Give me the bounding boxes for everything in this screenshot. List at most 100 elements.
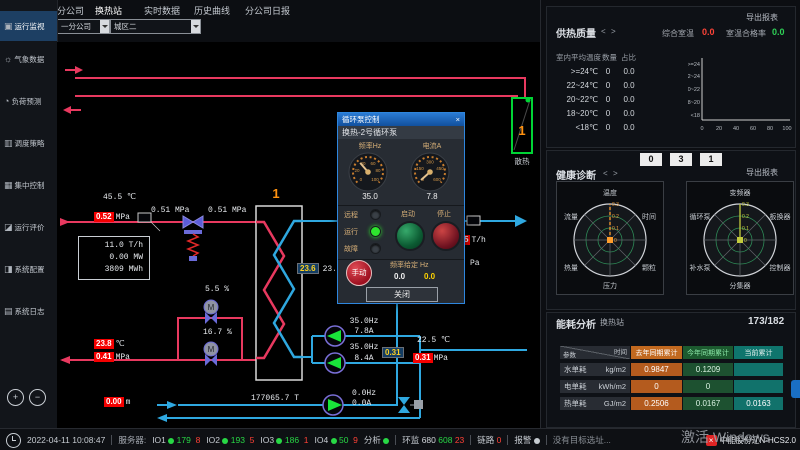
gauge-tick: 80 bbox=[375, 168, 381, 173]
radar-tick: 0.1 bbox=[612, 226, 619, 232]
radiator-id: 1 bbox=[518, 123, 525, 138]
status-datetime: 2022-04-11 10:08:47 bbox=[27, 435, 105, 445]
pager-next-icon[interactable]: > bbox=[611, 27, 619, 36]
chevron-down-icon[interactable] bbox=[191, 20, 200, 33]
makeup-level-unit: m bbox=[126, 398, 131, 407]
pump1-a: 7.8A bbox=[352, 327, 376, 336]
pager-prev-icon[interactable]: < bbox=[601, 27, 609, 36]
dialog-subtitle: 换热-2号循环泵 bbox=[338, 126, 464, 140]
primary-totals-box: 11.0 T/h 0.00 MW 3809 MWh bbox=[78, 236, 150, 280]
circulation-pump-2-icon[interactable] bbox=[325, 353, 345, 373]
quality-panel-title: 供热质量 bbox=[556, 25, 596, 40]
energy-row-param: 热单耗GJ/m2 bbox=[560, 397, 630, 410]
sidebar-item-load-forecast[interactable]: ◔ 负荷预测 bbox=[0, 86, 57, 116]
online-dot-icon bbox=[168, 438, 174, 444]
sidebar-item-run-evaluation[interactable]: ◪ 运行评价 bbox=[0, 212, 57, 242]
server-io4: IO4 50 9 bbox=[315, 435, 358, 445]
tab-history-curve[interactable]: 历史曲线 bbox=[194, 4, 230, 17]
env-monitor-status: 环监 680 608 23 bbox=[402, 434, 464, 446]
sidebar-item-run-monitor[interactable]: ▣ 运行监视 bbox=[0, 11, 57, 41]
tab-branch-report[interactable]: 分公司日报 bbox=[245, 4, 290, 17]
sidebar-item-dispatch-strategy[interactable]: ▥ 调度策略 bbox=[0, 128, 57, 158]
flow-sensor-icon bbox=[467, 216, 480, 225]
evaluation-icon: ◪ bbox=[4, 222, 13, 233]
quality-row-range: >=24℃ bbox=[556, 67, 598, 76]
quality-row-pct: 0.0 bbox=[620, 109, 638, 118]
setpoint-section: 手动 频率给定 Hz 0.0 0.0 bbox=[338, 259, 464, 285]
frequency-gauge: 0 20 40 60 80 100 bbox=[340, 150, 400, 192]
heat-exchanger-icon[interactable]: 1 bbox=[256, 186, 302, 380]
start-button-label: 启动 bbox=[390, 209, 426, 219]
manual-mode-button[interactable]: 手动 bbox=[346, 260, 372, 286]
stop-button-label: 停止 bbox=[426, 209, 462, 219]
dialog-close-button[interactable]: 关闭 bbox=[366, 287, 438, 302]
gauge-tick: 60 bbox=[370, 161, 376, 166]
energy-table: 时间 参数 去年同期累计 今年同期累计 当前累计 水单耗kg/m2 0.9847… bbox=[560, 346, 782, 410]
radar-axis-label: 温度 bbox=[603, 188, 617, 197]
tab-realtime-data[interactable]: 实时数据 bbox=[144, 4, 180, 17]
zoom-out-button[interactable]: − bbox=[29, 389, 46, 406]
chart-xtick: 80 bbox=[767, 126, 773, 132]
zoom-in-button[interactable]: + bbox=[7, 389, 24, 406]
energy-value: 0.1209 bbox=[683, 363, 733, 376]
sidebar-item-label: 集中控制 bbox=[15, 180, 45, 191]
radar-tick: 0.3 bbox=[612, 202, 619, 208]
log-icon: ▤ bbox=[4, 306, 13, 317]
circulation-pump-1-icon[interactable] bbox=[325, 326, 345, 346]
station-select[interactable]: 城区二 bbox=[110, 19, 201, 34]
quality-row-count: 0 bbox=[600, 123, 616, 132]
radar-tick: 0 bbox=[614, 238, 617, 244]
gauge-tick: 600 bbox=[433, 177, 441, 182]
pump1-hz: 35.0Hz bbox=[349, 317, 379, 326]
secondary-return-pressure-alarm: 0.31 bbox=[413, 353, 433, 363]
company-select-value: 一分公司 bbox=[61, 22, 91, 31]
pager-prev-icon[interactable]: < bbox=[603, 169, 611, 178]
company-select[interactable]: 一分公司 bbox=[57, 19, 110, 34]
secondary-return-pressure-unit: MPa bbox=[434, 354, 448, 363]
start-button[interactable] bbox=[395, 221, 425, 251]
motor-valve-bottom-icon[interactable]: M bbox=[204, 342, 218, 366]
quality-row-pct: 0.0 bbox=[620, 67, 638, 76]
run-light bbox=[370, 226, 381, 237]
sidebar-item-system-log[interactable]: ▤ 系统日志 bbox=[0, 296, 57, 326]
radiator-icon[interactable]: 1 散热 bbox=[512, 98, 532, 167]
radar-axis-label: 控制器 bbox=[770, 263, 791, 272]
supply-pressure-alarm: 0.52 bbox=[94, 212, 114, 222]
motor-valve-top-icon[interactable]: M bbox=[204, 300, 218, 324]
param-name: 电单耗 bbox=[564, 381, 587, 392]
close-icon[interactable]: × bbox=[456, 113, 460, 126]
setpoint-input[interactable]: 0.0 bbox=[424, 272, 435, 281]
radar-axis-label: 时间 bbox=[642, 212, 656, 221]
dialog-title-bar[interactable]: 循环泵控制 × bbox=[338, 113, 464, 126]
sidebar-item-weather-data[interactable]: ☼ 气象数据 bbox=[0, 44, 57, 74]
tab-branch[interactable]: 分公司 bbox=[57, 4, 84, 17]
online-dot-icon bbox=[383, 438, 389, 444]
pager-next-icon[interactable]: > bbox=[613, 169, 621, 178]
drawer-handle[interactable] bbox=[791, 380, 800, 398]
chevron-down-icon[interactable] bbox=[100, 20, 109, 33]
gauge-tick: 300 bbox=[426, 160, 434, 165]
health-export-report-link[interactable]: 导出报表 bbox=[746, 167, 778, 178]
param-unit: kg/m2 bbox=[606, 365, 626, 374]
sidebar-item-system-config[interactable]: ◨ 系统配置 bbox=[0, 254, 57, 284]
radar-value-point bbox=[607, 237, 613, 243]
radar-tick: 0.2 bbox=[612, 214, 619, 220]
quality-export-report-link[interactable]: 导出报表 bbox=[746, 12, 778, 23]
temp-pass-rate-value: 0.0 bbox=[772, 27, 785, 37]
energy-col-last-year: 去年同期累计 bbox=[631, 346, 682, 359]
quality-row-count: 0 bbox=[600, 95, 616, 104]
quality-row-pct: 0.0 bbox=[620, 81, 638, 90]
stop-button[interactable] bbox=[431, 221, 461, 251]
chart-ylabel: <18 bbox=[691, 113, 700, 119]
quality-col-pct: 占比 bbox=[621, 52, 636, 63]
alarm-status: 报警 bbox=[514, 434, 539, 446]
param-name: 水单耗 bbox=[564, 364, 587, 375]
flow-direction-arrows bbox=[60, 66, 83, 364]
chart-xtick: 100 bbox=[782, 126, 791, 132]
sidebar-item-central-control[interactable]: ▦ 集中控制 bbox=[0, 170, 57, 200]
makeup-pump-icon[interactable] bbox=[323, 395, 343, 415]
scada-screen: 分公司 换热站 实时数据 历史曲线 分公司日报 一分公司 城区二 ▣ 运行监视 … bbox=[0, 0, 800, 450]
motor-label: M bbox=[208, 303, 215, 312]
corner-param-label: 参数 bbox=[563, 349, 576, 359]
secondary-pressure-partial: Pa bbox=[470, 259, 480, 268]
